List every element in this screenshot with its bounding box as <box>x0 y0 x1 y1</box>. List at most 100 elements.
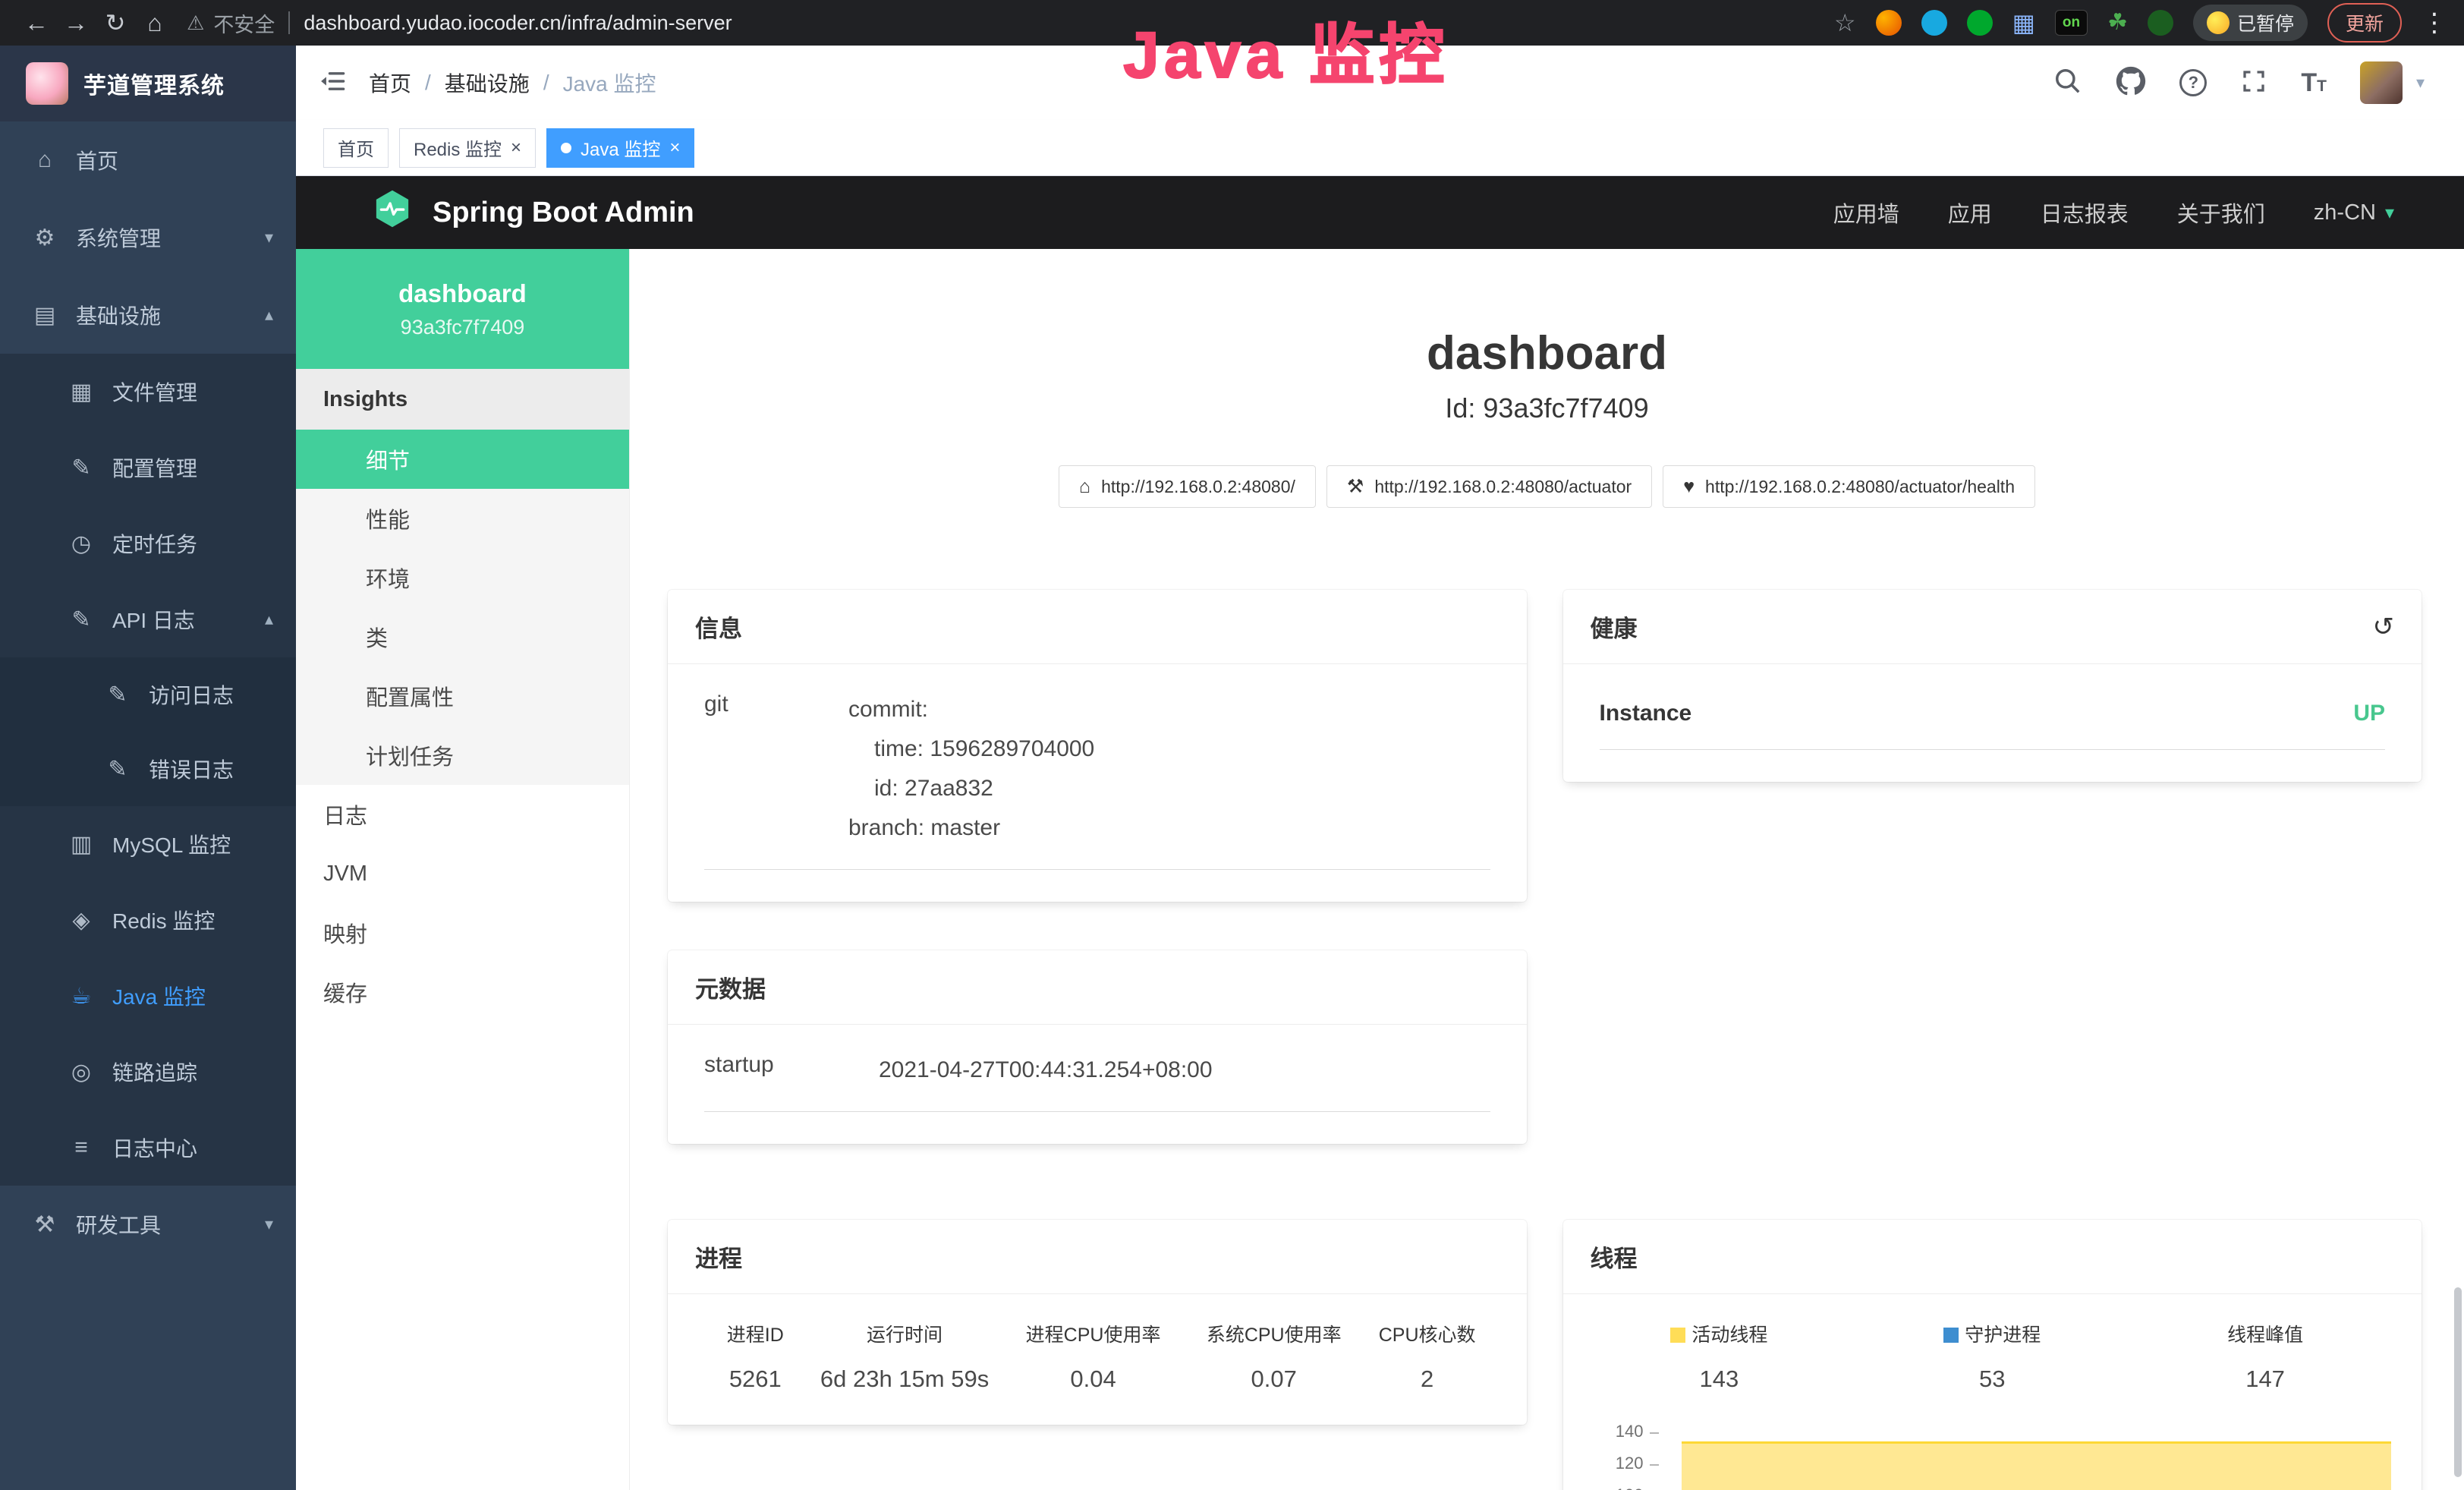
service-url-button[interactable]: ⌂ http://192.168.0.2:48080/ <box>1059 465 1316 508</box>
sidebar-item-label: Java 监控 <box>112 981 206 1011</box>
sidebar-item-file-management[interactable]: ▦ 文件管理 <box>0 354 296 430</box>
sidebar-item-tracing[interactable]: ◎ 链路追踪 <box>0 1034 296 1110</box>
sidebar-item-label: 基础设施 <box>76 300 161 330</box>
database-icon: ▥ <box>67 831 96 858</box>
health-card: 健康 ↺ Instance UP <box>1563 590 2422 782</box>
extension-icon-2[interactable] <box>1921 10 1947 36</box>
breadcrumb-infrastructure[interactable]: 基础设施 <box>445 68 530 98</box>
sidebar-item-log-center[interactable]: ≡ 日志中心 <box>0 1110 296 1186</box>
sba-menu-environment[interactable]: 环境 <box>296 548 629 607</box>
threads-chart: 140 120 100 <box>1583 1420 2403 1490</box>
search-icon[interactable] <box>2053 67 2082 99</box>
sba-nav-wall[interactable]: 应用墙 <box>1833 197 1899 228</box>
git-id-line: id: 27aa832 <box>848 769 1094 808</box>
instance-links: ⌂ http://192.168.0.2:48080/ ⚒ http://192… <box>630 465 2464 508</box>
legend-daemon-threads: 守护进程 <box>1855 1320 2129 1347</box>
instance-name: dashboard <box>398 279 527 308</box>
sidebar-item-error-logs[interactable]: ✎ 错误日志 <box>0 732 296 806</box>
browser-menu-icon[interactable]: ⋮ <box>2422 8 2447 38</box>
warning-icon: ⚠ <box>187 11 204 35</box>
extension-icon-6[interactable] <box>2148 10 2173 36</box>
reload-icon[interactable]: ↻ <box>96 8 135 37</box>
app-title: 芋道管理系统 <box>83 67 225 100</box>
sidebar-item-system[interactable]: ⚙ 系统管理 ▾ <box>0 199 296 276</box>
sidebar-item-java-monitor[interactable]: ☕ Java 监控 <box>0 958 296 1034</box>
github-icon[interactable] <box>2116 66 2146 100</box>
sidebar-item-infrastructure[interactable]: ▤ 基础设施 ▴ <box>0 276 296 354</box>
fullscreen-icon[interactable] <box>2240 68 2267 99</box>
sidebar-item-mysql-monitor[interactable]: ▥ MySQL 监控 <box>0 806 296 882</box>
font-size-icon[interactable]: TT <box>2301 68 2327 98</box>
health-url-button[interactable]: ♥ http://192.168.0.2:48080/actuator/heal… <box>1663 465 2035 508</box>
paused-chip[interactable]: 已暂停 <box>2193 5 2308 41</box>
sba-instance-header[interactable]: dashboard 93a3fc7f7409 <box>296 249 629 369</box>
sidebar-item-config-management[interactable]: ✎ 配置管理 <box>0 430 296 506</box>
health-instance-row[interactable]: Instance UP <box>1600 690 2386 750</box>
metadata-row-label: startup <box>704 1051 879 1090</box>
service-url: http://192.168.0.2:48080/ <box>1101 477 1295 497</box>
home-icon: ⌂ <box>1079 476 1090 498</box>
sba-menu-classes[interactable]: 类 <box>296 607 629 666</box>
sba-nav-applications[interactable]: 应用 <box>1948 197 1992 228</box>
close-icon[interactable]: × <box>669 139 680 157</box>
extension-icon-3[interactable] <box>1967 10 1993 36</box>
active-dot <box>561 143 571 153</box>
history-icon[interactable]: ↺ <box>2373 612 2395 642</box>
sba-menu-details[interactable]: 细节 <box>296 430 629 489</box>
sba-menu-loggers[interactable]: 日志 <box>296 785 629 844</box>
chevron-down-icon: ▾ <box>265 228 273 247</box>
forward-icon[interactable]: → <box>56 9 96 37</box>
app-logo[interactable]: 芋道管理系统 <box>0 46 296 121</box>
avatar[interactable] <box>2360 61 2403 104</box>
home-icon[interactable]: ⌂ <box>135 9 175 37</box>
sba-menu-mappings[interactable]: 映射 <box>296 903 629 962</box>
health-status-badge: UP <box>2353 701 2385 726</box>
url-text[interactable]: dashboard.yudao.iocoder.cn/infra/admin-s… <box>304 11 732 35</box>
sidebar-item-api-logs[interactable]: ✎ API 日志 ▴ <box>0 581 296 657</box>
sba-sidebar: dashboard 93a3fc7f7409 Insights 细节 性能 环境… <box>296 249 630 1490</box>
extension-icon-4[interactable]: ▦ <box>2012 11 2035 35</box>
sidebar-item-redis-monitor[interactable]: ◈ Redis 监控 <box>0 882 296 958</box>
sba-language-select[interactable]: zh-CN ▾ <box>2314 200 2394 225</box>
sba-navbar: Spring Boot Admin 应用墙 应用 日志报表 关于我们 zh-CN… <box>296 176 2464 249</box>
close-icon[interactable]: × <box>511 139 521 157</box>
extension-on-badge[interactable]: on <box>2055 10 2088 36</box>
sidebar-item-scheduled-tasks[interactable]: ◷ 定时任务 <box>0 506 296 581</box>
extension-icon-1[interactable] <box>1876 10 1902 36</box>
avatar-caret-icon[interactable]: ▾ <box>2416 73 2425 93</box>
back-icon[interactable]: ← <box>17 9 56 37</box>
sidebar-item-label: MySQL 监控 <box>112 829 231 859</box>
help-icon[interactable]: ? <box>2179 69 2207 96</box>
sba-menu-scheduled-tasks[interactable]: 计划任务 <box>296 726 629 785</box>
sba-menu-caches[interactable]: 缓存 <box>296 962 629 1022</box>
address-bar[interactable]: ⚠ 不安全 dashboard.yudao.iocoder.cn/infra/a… <box>187 8 732 38</box>
info-git-row: git commit: time: 1596289704000 id: 27aa… <box>704 690 1490 870</box>
tab-home[interactable]: 首页 <box>323 128 389 168</box>
extension-icon-5[interactable]: ☘ <box>2107 11 2128 34</box>
metadata-card: 元数据 startup 2021-04-27T00:44:31.254+08:0… <box>668 950 1527 1144</box>
hamburger-icon[interactable] <box>319 68 348 98</box>
tab-redis-monitor[interactable]: Redis 监控 × <box>399 128 536 168</box>
git-branch-line: branch: master <box>848 808 1094 848</box>
metadata-card-title: 元数据 <box>668 950 1527 1025</box>
sidebar-item-dev-tools[interactable]: ⚒ 研发工具 ▾ <box>0 1186 296 1263</box>
sba-nav-about[interactable]: 关于我们 <box>2177 197 2265 228</box>
col-cpu-cores: CPU核心数 <box>1364 1320 1490 1347</box>
breadcrumb-home[interactable]: 首页 <box>369 68 411 98</box>
sidebar-item-access-logs[interactable]: ✎ 访问日志 <box>0 657 296 732</box>
sidebar-item-home[interactable]: ⌂ 首页 <box>0 121 296 199</box>
bookmark-star-icon[interactable]: ☆ <box>1834 8 1856 37</box>
sidebar-item-label: Redis 监控 <box>112 905 215 935</box>
sba-menu-jvm[interactable]: JVM <box>296 844 629 903</box>
instance-id: 93a3fc7f7409 <box>401 316 525 339</box>
tab-label: 首页 <box>338 134 374 161</box>
scrollbar-thumb[interactable] <box>2454 1287 2462 1477</box>
sba-menu-metrics[interactable]: 性能 <box>296 489 629 548</box>
tab-java-monitor[interactable]: Java 监控 × <box>546 128 694 168</box>
update-button[interactable]: 更新 <box>2327 3 2402 43</box>
sba-nav-journal[interactable]: 日志报表 <box>2041 197 2129 228</box>
sba-brand[interactable]: Spring Boot Admin <box>372 188 694 237</box>
info-card: 信息 git commit: time: 1596289704000 id: 2… <box>668 590 1527 902</box>
sba-menu-config-props[interactable]: 配置属性 <box>296 666 629 726</box>
actuator-url-button[interactable]: ⚒ http://192.168.0.2:48080/actuator <box>1326 465 1652 508</box>
